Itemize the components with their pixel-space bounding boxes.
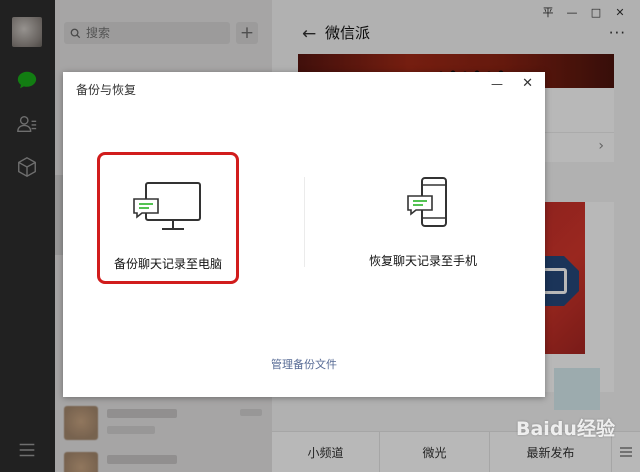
- phone-chat-icon: [407, 177, 447, 227]
- backup-restore-dialog: 备份与恢复 — ✕ 备份聊天记录至电脑 恢复聊天记录至手机 管理备份文件: [63, 72, 545, 397]
- backup-to-computer-option[interactable]: 备份聊天记录至电脑: [97, 152, 239, 284]
- baidu-jingyan-watermark: Baidu经验: [516, 418, 615, 440]
- restore-to-phone-option[interactable]: 恢复聊天记录至手机: [352, 152, 494, 284]
- option-divider: [304, 177, 305, 267]
- backup-option-label: 备份聊天记录至电脑: [113, 257, 222, 271]
- computer-chat-icon: [133, 182, 201, 230]
- dialog-title: 备份与恢复: [76, 83, 137, 97]
- dialog-minimize-button[interactable]: —: [491, 77, 503, 91]
- manage-backup-files-link[interactable]: 管理备份文件: [63, 356, 545, 372]
- restore-option-label: 恢复聊天记录至手机: [368, 254, 477, 268]
- dialog-close-button[interactable]: ✕: [522, 76, 533, 91]
